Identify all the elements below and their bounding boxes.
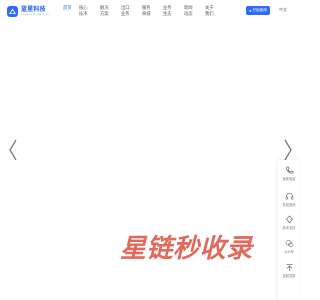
side-item-label: 技术支持 bbox=[282, 226, 296, 230]
side-item-support[interactable]: 技术支持 bbox=[278, 215, 300, 230]
side-item-label: 返回顶部 bbox=[282, 274, 296, 278]
wechat-icon bbox=[278, 239, 300, 248]
side-item-label: 售前咨询 bbox=[282, 203, 296, 207]
top-icon bbox=[278, 263, 300, 272]
hero-slogan-text: 星链秒收录 bbox=[120, 233, 253, 264]
side-item-label: 免费电话 bbox=[282, 177, 296, 181]
start-button[interactable]: ● 开始使用 bbox=[246, 6, 270, 15]
nav-item-news[interactable]: 新闻动态 bbox=[184, 5, 194, 17]
side-item-phone[interactable]: 免费电话 bbox=[278, 166, 300, 181]
support-icon bbox=[278, 215, 300, 224]
side-item-presales[interactable]: 售前咨询 bbox=[278, 192, 300, 207]
side-item-wechat[interactable]: 公众号 bbox=[278, 239, 300, 254]
phone-icon bbox=[278, 166, 300, 175]
side-toolbar: 免费电话 售前咨询 技术支持 公众号 返回顶部 bbox=[278, 160, 300, 300]
start-button-label: 开始使用 bbox=[252, 8, 267, 12]
nav-item-export[interactable]: 出口业务 bbox=[121, 5, 131, 17]
side-item-label: 公众号 bbox=[284, 250, 294, 254]
nav-item-about[interactable]: 关于我们 bbox=[205, 5, 215, 17]
nav-item-core-tech[interactable]: 核心技术 bbox=[79, 5, 89, 17]
top-header: 蓝星科技 LANXING TECHNOLOGY 首页 核心技术 解决方案 出口业… bbox=[0, 0, 300, 24]
headset-icon bbox=[278, 192, 300, 201]
nav-item-mall[interactable]: 服务商城 bbox=[142, 5, 152, 17]
chevron-left-icon bbox=[9, 139, 17, 161]
nav-item-ecosystem[interactable]: 业务生态 bbox=[163, 5, 173, 17]
nav-item-solutions[interactable]: 解决方案 bbox=[100, 5, 110, 17]
carousel-prev-button[interactable] bbox=[8, 139, 18, 161]
language-switch[interactable]: 中文 bbox=[279, 7, 287, 13]
side-item-back-to-top[interactable]: 返回顶部 bbox=[278, 263, 300, 278]
hero-slogan: 星链秒收录 bbox=[120, 232, 270, 264]
carousel-next-button[interactable] bbox=[283, 139, 293, 161]
user-icon: ● bbox=[249, 8, 252, 13]
chevron-right-icon bbox=[284, 139, 292, 161]
nav-item-home[interactable]: 首页 bbox=[63, 5, 73, 11]
